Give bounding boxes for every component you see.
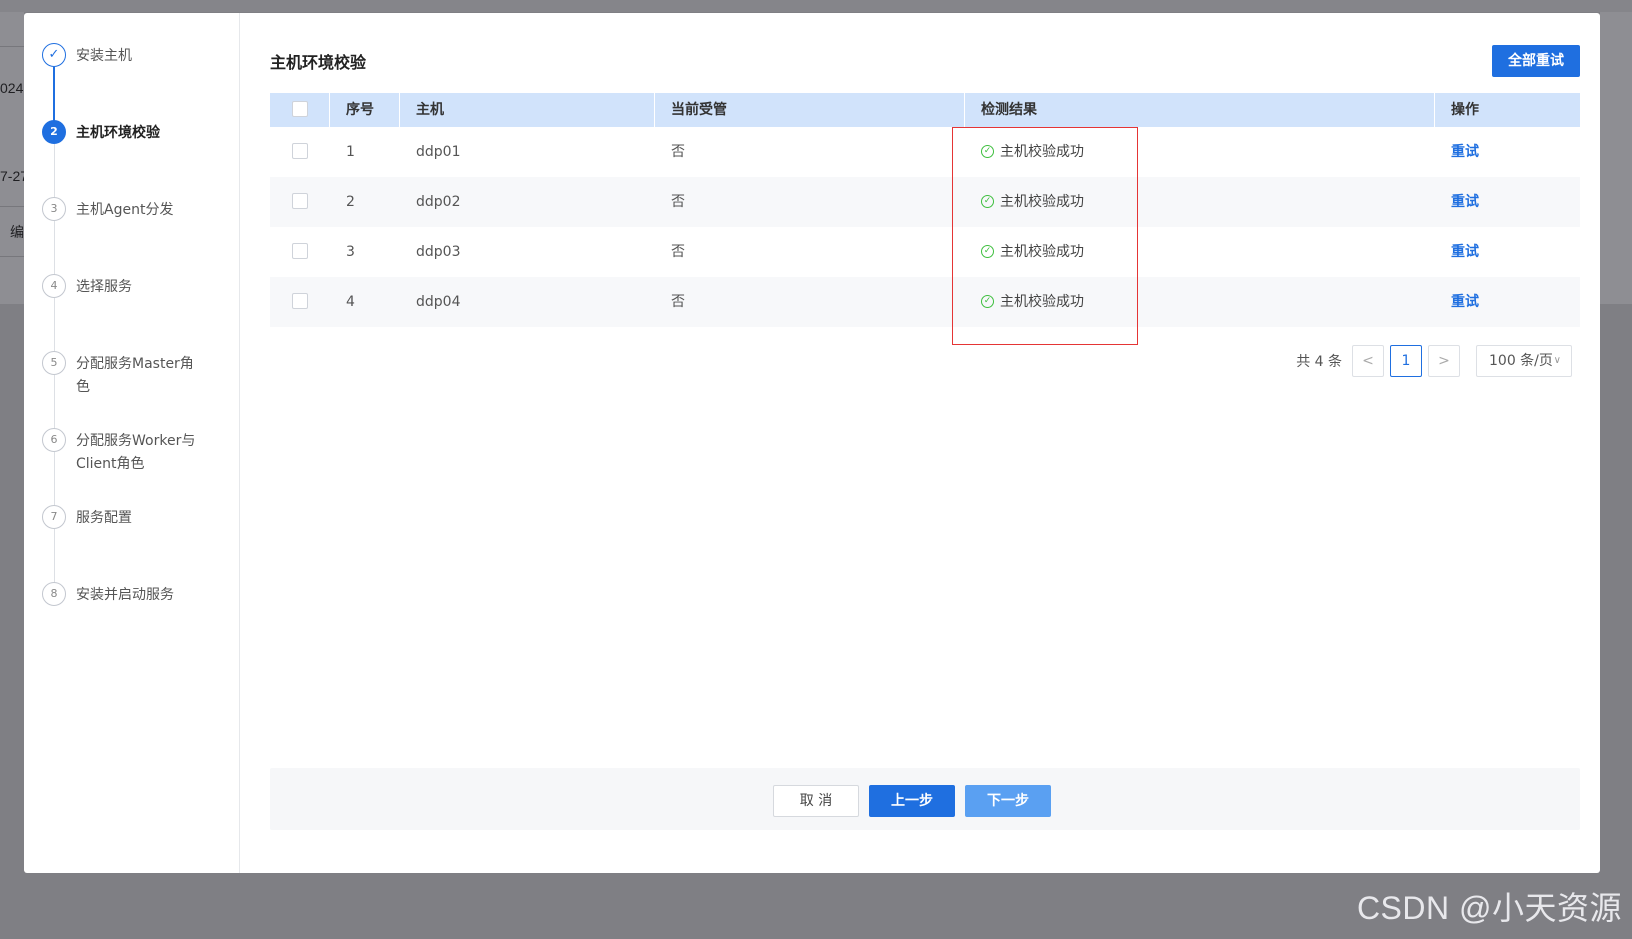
row-index: 1 xyxy=(346,144,355,160)
background-divider xyxy=(0,256,24,257)
row-select-cell xyxy=(270,127,330,177)
step-number: 4 xyxy=(42,274,66,298)
table-header: 序号 主机 当前受管 检测结果 操作 xyxy=(270,93,1580,127)
result-text: 主机校验成功 xyxy=(1000,194,1084,210)
success-check-icon: ✓ xyxy=(981,244,994,258)
row-operation: 重试 xyxy=(1435,127,1580,177)
page-size-value: 100 条/页 xyxy=(1489,353,1553,369)
step-number: 2 xyxy=(42,120,66,144)
select-all-checkbox[interactable] xyxy=(292,100,308,117)
result-text: 主机校验成功 xyxy=(1000,244,1084,260)
page-title: 主机环境校验 xyxy=(270,53,367,72)
retry-all-button[interactable]: 全部重试 xyxy=(1492,45,1580,77)
row-host: ddp01 xyxy=(416,144,461,160)
success-check-icon: ✓ xyxy=(981,294,994,308)
header-operation: 操作 xyxy=(1451,102,1479,118)
row-select-cell xyxy=(270,277,330,327)
step-label: 安装主机 xyxy=(76,48,132,64)
cancel-button[interactable]: 取 消 xyxy=(773,785,859,817)
wizard-steps: ✓ 安装主机 2 主机环境校验 3 主机Agent分发 4 选择服务 5 分配服… xyxy=(24,13,240,873)
row-result: ✓ 主机校验成功 xyxy=(965,277,1435,327)
step-number: 6 xyxy=(42,428,66,452)
row-operation: 重试 xyxy=(1435,277,1580,327)
previous-step-button[interactable]: 上一步 xyxy=(869,785,955,817)
background-top-bar xyxy=(0,0,1632,12)
row-operation: 重试 xyxy=(1435,227,1580,277)
row-host: ddp04 xyxy=(416,294,461,310)
table-row: 3 ddp03 否 ✓ 主机校验成功 重试 xyxy=(270,227,1580,277)
header-managed: 当前受管 xyxy=(655,93,965,127)
table-row: 4 ddp04 否 ✓ 主机校验成功 重试 xyxy=(270,277,1580,327)
step-label: 分配服务Worker与Client角色 xyxy=(76,433,196,472)
header-index: 序号 xyxy=(330,93,400,127)
check-icon: ✓ xyxy=(42,43,66,67)
page-size-select[interactable]: 100 条/页 ∨ xyxy=(1476,345,1572,377)
background-divider xyxy=(0,206,24,207)
row-host: ddp03 xyxy=(416,244,461,260)
install-wizard-modal: ✓ 安装主机 2 主机环境校验 3 主机Agent分发 4 选择服务 5 分配服… xyxy=(24,13,1600,873)
row-result: ✓ 主机校验成功 xyxy=(965,227,1435,277)
select-all-cell xyxy=(270,93,330,127)
row-checkbox[interactable] xyxy=(292,242,308,259)
row-managed: 否 xyxy=(671,244,685,260)
main-content: 主机环境校验 全部重试 序号 主机 当前受管 检测结果 操作 1 ddp01 否… xyxy=(270,13,1580,873)
next-page-button[interactable]: > xyxy=(1428,345,1460,377)
host-check-table: 序号 主机 当前受管 检测结果 操作 1 ddp01 否 ✓ 主机校验成功 重试 … xyxy=(270,93,1580,327)
row-checkbox[interactable] xyxy=(292,142,308,159)
retry-link[interactable]: 重试 xyxy=(1451,194,1479,210)
prev-page-button[interactable]: < xyxy=(1352,345,1384,377)
background-page-left xyxy=(0,12,24,304)
step-number: 8 xyxy=(42,582,66,606)
table-row: 1 ddp01 否 ✓ 主机校验成功 重试 xyxy=(270,127,1580,177)
retry-link[interactable]: 重试 xyxy=(1451,244,1479,260)
row-host: ddp02 xyxy=(416,194,461,210)
step-label: 安装并启动服务 xyxy=(76,587,174,603)
table-row: 2 ddp02 否 ✓ 主机校验成功 重试 xyxy=(270,177,1580,227)
step-number: 7 xyxy=(42,505,66,529)
next-step-button[interactable]: 下一步 xyxy=(965,785,1051,817)
row-select-cell xyxy=(270,227,330,277)
row-index: 4 xyxy=(346,294,355,310)
row-index: 2 xyxy=(346,194,355,210)
step-label: 选择服务 xyxy=(76,279,132,295)
header-result: 检测结果 xyxy=(965,93,1435,127)
success-check-icon: ✓ xyxy=(981,144,994,158)
step-label: 服务配置 xyxy=(76,510,132,526)
row-managed: 否 xyxy=(671,294,685,310)
watermark: CSDN @小天资源 xyxy=(1356,890,1622,926)
background-divider xyxy=(0,46,24,47)
result-text: 主机校验成功 xyxy=(1000,144,1084,160)
background-text-fragment: 编 xyxy=(10,224,24,240)
page-number-button[interactable]: 1 xyxy=(1390,345,1422,377)
step-number: 5 xyxy=(42,351,66,375)
step-label: 主机Agent分发 xyxy=(76,202,174,218)
row-checkbox[interactable] xyxy=(292,292,308,309)
row-managed: 否 xyxy=(671,194,685,210)
step-label: 主机环境校验 xyxy=(76,125,160,141)
row-operation: 重试 xyxy=(1435,177,1580,227)
row-checkbox[interactable] xyxy=(292,192,308,209)
background-page-right xyxy=(1600,12,1632,304)
step-label: 分配服务Master角色 xyxy=(76,356,194,395)
row-managed: 否 xyxy=(671,144,685,160)
row-select-cell xyxy=(270,177,330,227)
success-check-icon: ✓ xyxy=(981,194,994,208)
header-host: 主机 xyxy=(400,93,655,127)
step-number: 3 xyxy=(42,197,66,221)
row-index: 3 xyxy=(346,244,355,260)
retry-link[interactable]: 重试 xyxy=(1451,144,1479,160)
retry-link[interactable]: 重试 xyxy=(1451,294,1479,310)
row-result: ✓ 主机校验成功 xyxy=(965,127,1435,177)
pagination: 共 4 条 < 1 > 100 条/页 ∨ xyxy=(1296,345,1572,377)
row-result: ✓ 主机校验成功 xyxy=(965,177,1435,227)
chevron-down-icon: ∨ xyxy=(1553,355,1561,366)
result-text: 主机校验成功 xyxy=(1000,294,1084,310)
wizard-footer: 取 消 上一步 下一步 xyxy=(270,768,1580,830)
pagination-total: 共 4 条 xyxy=(1296,354,1342,370)
